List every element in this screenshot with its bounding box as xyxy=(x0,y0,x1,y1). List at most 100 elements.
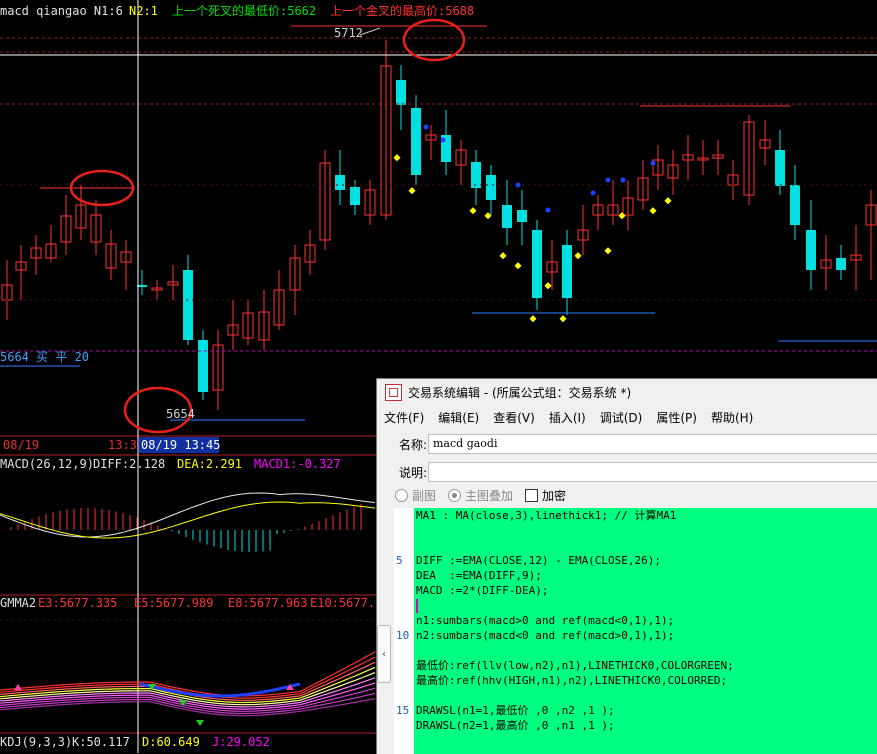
up-arrow-icon xyxy=(14,684,22,690)
candle-body xyxy=(806,230,816,270)
cursor-date-label: 08/19 13:45 xyxy=(141,438,220,452)
signal-diamond xyxy=(544,282,552,290)
menu-edit[interactable]: 编辑(E) xyxy=(431,409,486,426)
kdj-j-value: J:29.052 xyxy=(212,735,270,749)
gmma-e10-value: E10:5677. xyxy=(310,596,375,610)
signal-diamond xyxy=(649,207,657,215)
candle-body xyxy=(502,205,512,228)
gmma-e8-value: E8:5677.963 xyxy=(228,596,307,610)
signal-diamond xyxy=(514,262,522,270)
editor-title: 交易系统编辑 - (所属公式组：交易系统 *) xyxy=(408,385,632,400)
macd-diff-line xyxy=(0,492,376,538)
kdj-d-value: D:60.649 xyxy=(142,735,200,749)
macd-diff-value: DIFF:2.128 xyxy=(93,457,165,471)
radio-sub-chart[interactable]: 副图 xyxy=(395,487,436,504)
signal-dot xyxy=(423,124,429,130)
menu-file[interactable]: 文件(F) xyxy=(377,409,431,426)
name-label: 名称: xyxy=(398,437,427,452)
editor-titlebar[interactable]: 交易系统编辑 - (所属公式组：交易系统 *) xyxy=(377,379,877,405)
formula-app-icon xyxy=(385,383,402,401)
price-high-label: 5712 xyxy=(334,26,363,40)
code-line-9: n2:sumbars(macd<0 and ref(macd>0,1),1); xyxy=(416,629,675,642)
signal-dot xyxy=(620,177,626,183)
candle-body xyxy=(411,108,421,175)
text-caret xyxy=(416,599,418,613)
header-death-cross-low: 上一个死叉的最低价:5662 xyxy=(172,3,316,18)
signal-diamond xyxy=(393,154,401,162)
header-indicator-label: macd qiangao N1:6 xyxy=(0,4,123,18)
header-n2-label: N2:1 xyxy=(129,4,158,18)
macd-title: MACD(26,12,9) xyxy=(0,457,94,471)
gmma-title: GMMA2 xyxy=(0,596,36,610)
candle-body xyxy=(396,80,406,105)
menu-view[interactable]: 查看(V) xyxy=(486,409,542,426)
signal-dot xyxy=(515,182,521,188)
candle-body xyxy=(198,340,208,392)
candle-body xyxy=(183,270,193,340)
candle-body xyxy=(486,175,496,200)
formula-editor-window[interactable]: 交易系统编辑 - (所属公式组：交易系统 *) 文件(F) 编辑(E) 查看(V… xyxy=(376,378,877,754)
candle-body xyxy=(836,258,846,270)
radio-main-overlay-dot xyxy=(448,488,462,502)
signal-diamond xyxy=(484,212,492,220)
signal-dot xyxy=(605,177,611,183)
radio-main-overlay-label: 主图叠加 xyxy=(465,488,514,503)
collapse-panel-button[interactable]: ‹ xyxy=(377,625,391,683)
code-line-14: DRAWSL(n1=1,最低价 ,0 ,n2 ,1 ); xyxy=(416,704,615,717)
code-line-11: 最低价:ref(llv(low,n2),n1),LINETHICK0,COLOR… xyxy=(416,659,734,672)
signal-diamond xyxy=(408,187,416,195)
code-line-5: DEA :=EMA(DIFF,9); xyxy=(416,569,542,582)
radio-sub-chart-dot xyxy=(395,488,408,502)
macd-macd1-value: MACD1:-0.327 xyxy=(254,457,341,471)
signal-diamond xyxy=(574,252,582,260)
code-line-8: n1:sumbars(macd>0 and ref(macd<0,1),1); xyxy=(416,614,675,627)
menu-help[interactable]: 帮助(H) xyxy=(704,409,760,426)
description-input[interactable] xyxy=(428,462,877,482)
candle-body xyxy=(775,150,785,186)
line-number-15: 15 xyxy=(396,704,410,717)
signal-dot xyxy=(590,190,596,196)
axis-date-left: 08/19 xyxy=(3,438,39,452)
code-line-12: 最高价:ref(hhv(HIGH,n1),n2),LINETHICK0,COLO… xyxy=(416,674,728,687)
candlestick-series xyxy=(1,40,877,410)
menu-debug[interactable]: 调试(D) xyxy=(593,409,650,426)
candle-body xyxy=(350,187,360,205)
candle-body xyxy=(562,245,572,298)
signal-diamond xyxy=(469,207,477,215)
name-input[interactable]: macd gaodi xyxy=(428,434,877,454)
line-number-gutter: 5 10 15 xyxy=(394,508,414,754)
candle-body xyxy=(471,162,481,188)
gmma-e3-value: E3:5677.335 xyxy=(38,596,117,610)
chevron-left-icon: ‹ xyxy=(382,648,386,660)
candle-body xyxy=(790,185,800,225)
signal-diamond xyxy=(529,315,537,323)
kdj-k-value: K:50.117 xyxy=(72,735,130,749)
options-row: 副图 主图叠加 加密 xyxy=(377,485,877,505)
radio-sub-chart-label: 副图 xyxy=(412,488,437,503)
signal-dot xyxy=(545,207,551,213)
macd-dea-value: DEA:2.291 xyxy=(177,457,242,471)
down-arrow-icon xyxy=(196,720,204,726)
macd-dea-line xyxy=(0,501,376,539)
signal-diamond xyxy=(559,315,567,323)
code-line-4: DIFF :=EMA(CLOSE,12) - EMA(CLOSE,26); xyxy=(416,554,662,567)
encrypt-checkbox-box xyxy=(525,488,539,502)
code-editor[interactable]: MA1 : MA(close,3),linethick1; // 计算MA1 D… xyxy=(414,508,877,754)
price-pointer xyxy=(359,27,381,36)
gmma-e5-value: E5:5677.989 xyxy=(134,596,213,610)
signal-dot xyxy=(440,137,446,143)
encrypt-checkbox-label: 加密 xyxy=(542,488,567,503)
candle-body xyxy=(335,175,345,190)
menu-properties[interactable]: 属性(P) xyxy=(649,409,704,426)
menu-insert[interactable]: 插入(I) xyxy=(542,409,593,426)
signal-diamond xyxy=(604,247,612,255)
price-low-label: 5654 xyxy=(166,407,195,421)
encrypt-checkbox[interactable]: 加密 xyxy=(525,487,566,504)
line-number-10: 10 xyxy=(396,629,410,642)
radio-main-overlay[interactable]: 主图叠加 xyxy=(448,487,513,504)
kdj-title: KDJ(9,3,3) xyxy=(0,735,72,749)
code-line-6: MACD :=2*(DIFF-DEA); xyxy=(416,584,549,597)
code-line-1: MA1 : MA(close,3),linethick1; // 计算MA1 xyxy=(416,509,677,522)
header-golden-cross-high: 上一个金叉的最高价:5688 xyxy=(330,3,474,18)
signal-diamond xyxy=(618,212,626,220)
